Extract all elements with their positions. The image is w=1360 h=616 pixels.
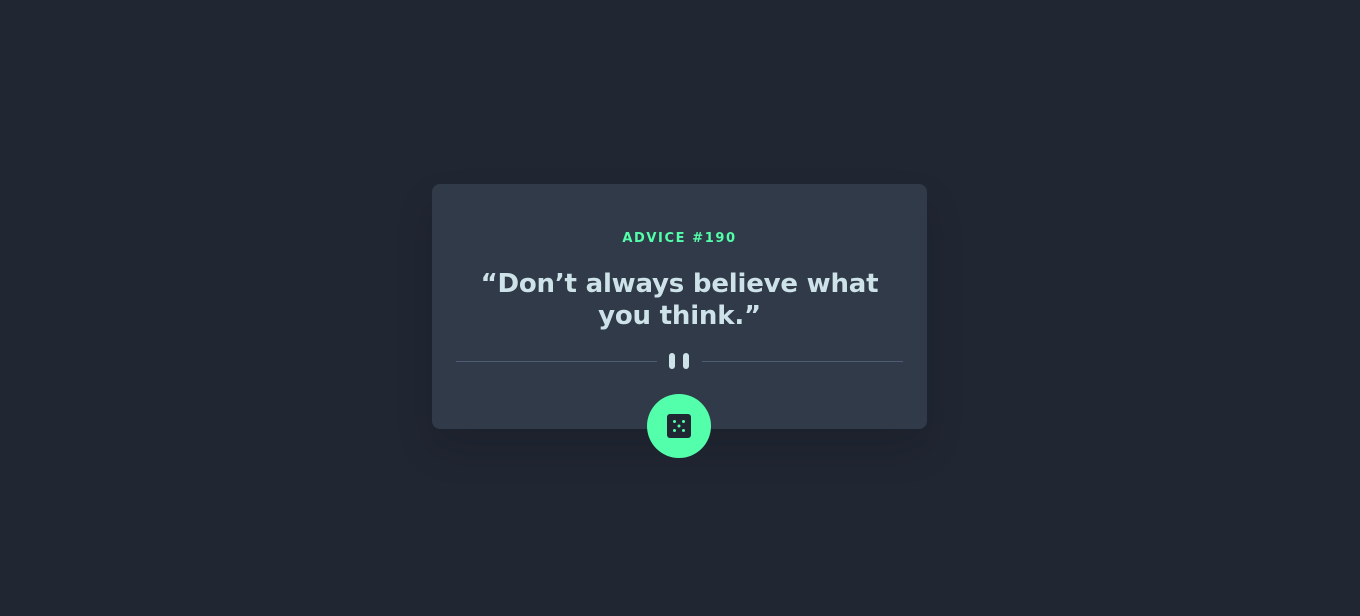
advice-card: ADVICE #190 “Don’t always believe what y…: [432, 184, 927, 429]
advice-quote: “Don’t always believe what you think.”: [480, 269, 879, 331]
advice-number: 190: [704, 231, 737, 246]
advice-id: ADVICE #190: [432, 231, 927, 246]
pause-bar: [683, 353, 689, 369]
divider-line-left: [456, 361, 657, 362]
generate-advice-button[interactable]: [647, 394, 711, 458]
page: ADVICE #190 “Don’t always believe what y…: [0, 0, 1360, 616]
pause-bar: [669, 353, 675, 369]
divider-line-right: [702, 361, 903, 362]
dice-icon: [667, 414, 691, 438]
pause-icon: [669, 353, 690, 369]
advice-label: ADVICE #: [622, 231, 705, 246]
pattern-divider: [456, 352, 903, 370]
